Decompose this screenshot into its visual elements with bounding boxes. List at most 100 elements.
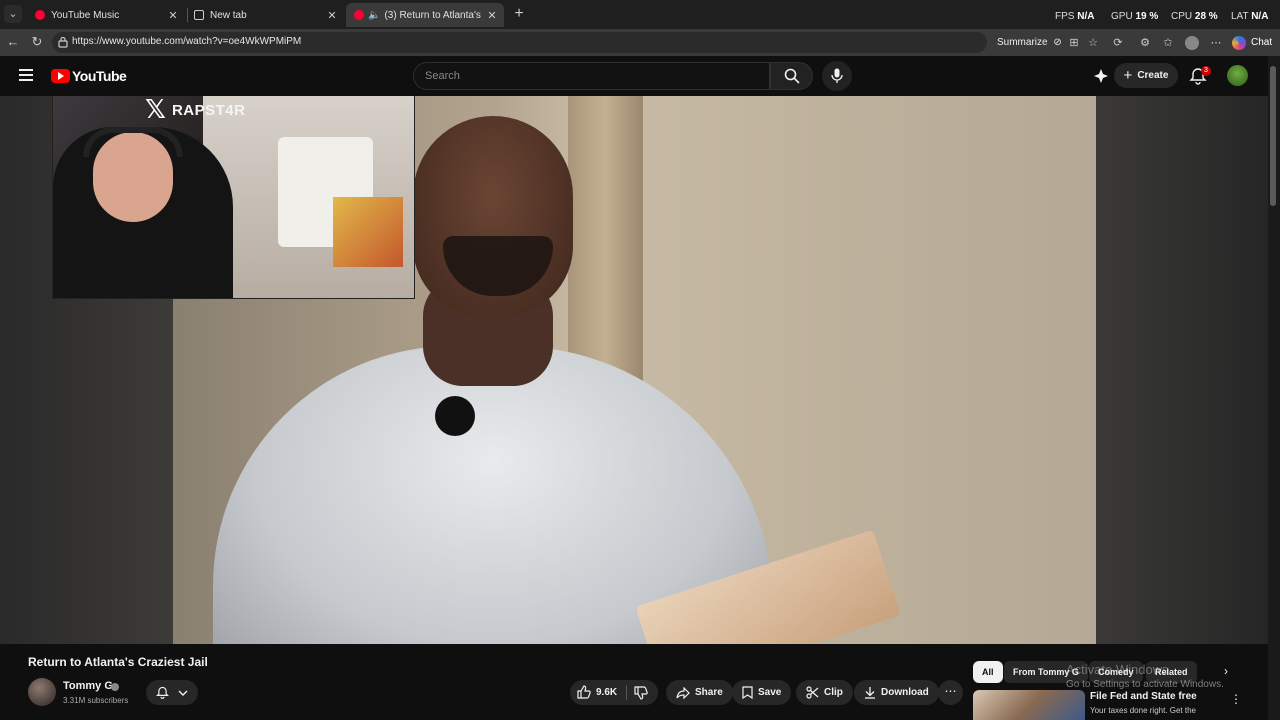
cpu-value: 28 % <box>1194 11 1218 22</box>
youtube-play-icon <box>51 69 70 83</box>
close-icon[interactable]: ✕ <box>324 9 340 22</box>
back-arrow-icon[interactable]: ← <box>5 34 21 50</box>
activate-windows-watermark: Activate Windows <box>1066 662 1169 677</box>
split-screen-icon[interactable]: ⊞ <box>1067 36 1081 50</box>
copilot-chat-button[interactable]: Chat <box>1232 33 1272 52</box>
notification-count-badge: 3 <box>1201 66 1211 76</box>
like-count[interactable]: 9.6K <box>596 687 617 698</box>
bell-icon <box>156 686 170 699</box>
summarize-icon: ⊘ <box>1053 37 1062 48</box>
favorites-icon[interactable]: ✩ <box>1161 36 1175 50</box>
gpu-value: 19 % <box>1135 11 1159 22</box>
youtube-icon <box>354 10 364 20</box>
clip-label: Clip <box>824 687 843 698</box>
youtube-logo[interactable]: YouTube <box>51 68 127 84</box>
ask-ai-sparkle-icon[interactable] <box>1093 68 1109 84</box>
webcam-poster <box>333 197 403 267</box>
search-button[interactable] <box>770 62 813 90</box>
close-icon[interactable]: ✕ <box>165 9 181 22</box>
lat-value: N/A <box>1251 11 1269 22</box>
url-text: https://www.youtube.com/watch?v=oe4WkWPM… <box>72 36 302 47</box>
create-button[interactable]: + Create <box>1114 63 1178 88</box>
chip-all[interactable]: All <box>973 661 1003 683</box>
fps-label: FPS <box>1055 11 1075 22</box>
scissors-icon <box>806 686 819 699</box>
streamer-handle: RAPST4R <box>171 101 246 119</box>
tab-active-video[interactable]: 🔈 (3) Return to Atlanta's Craziest ✕ <box>346 3 504 27</box>
cpu-readout: CPU 28 % <box>1171 11 1218 22</box>
lapel-microphone <box>435 396 475 436</box>
speaker-icon[interactable]: 🔈 <box>368 10 380 21</box>
new-tab-page-icon <box>194 10 204 20</box>
channel-name[interactable]: Tommy G <box>63 680 113 692</box>
favorite-star-icon[interactable]: ☆ <box>1086 36 1100 50</box>
cpu-label: CPU <box>1171 11 1193 22</box>
recommendation-menu-icon[interactable]: ⋮ <box>1230 692 1242 708</box>
subscriber-count: 3.31M subscribers <box>63 696 129 705</box>
voice-search-button[interactable] <box>822 61 852 91</box>
profile-avatar[interactable] <box>1185 36 1199 50</box>
refresh-icon[interactable]: ↻ <box>29 34 45 50</box>
activate-windows-subtext: Go to Settings to activate Windows. <box>1066 679 1224 690</box>
ambient-blur-right <box>1096 96 1268 644</box>
gpu-readout: GPU 19 % <box>1111 11 1158 22</box>
tab-title: (3) Return to Atlanta's Craziest <box>384 9 484 21</box>
tab-title: New tab <box>210 9 247 21</box>
gpu-label: GPU <box>1111 11 1133 22</box>
search-icon <box>784 68 800 84</box>
streamer-webcam-overlay: 𝕏 RAPST4R <box>52 96 415 299</box>
tab-title: YouTube Music <box>51 9 120 21</box>
chevron-down-icon <box>178 690 188 696</box>
subscription-notification-button[interactable] <box>146 680 198 705</box>
more-options-icon[interactable]: ⋯ <box>1209 36 1223 50</box>
menu-icon[interactable] <box>19 69 33 81</box>
browser-tab-strip: ⌄ YouTube Music ✕ New tab ✕ 🔈 (3) Return… <box>0 0 1280 29</box>
video-player[interactable]: 𝕏 RAPST4R <box>0 96 1268 644</box>
lat-label: LAT <box>1231 11 1249 22</box>
download-icon <box>865 687 875 699</box>
account-avatar[interactable] <box>1227 65 1248 86</box>
tab-new-tab[interactable]: New tab ✕ <box>186 3 344 27</box>
tab-actions-menu[interactable]: ⌄ <box>4 5 22 23</box>
lat-readout: LAT N/A <box>1231 11 1268 22</box>
streamer-tag: 𝕏 RAPST4R <box>145 96 245 125</box>
youtube-masthead: YouTube Search + Create 3 <box>0 56 1268 96</box>
recommendation-thumbnail[interactable] <box>973 690 1085 720</box>
download-label: Download <box>881 687 929 698</box>
more-actions-button[interactable]: ⋯ <box>938 680 963 705</box>
extensions-icon[interactable]: ⚙ <box>1138 36 1152 50</box>
fps-value: N/A <box>1077 11 1095 22</box>
plus-icon: + <box>1123 67 1133 84</box>
summarize-label: Summarize <box>997 37 1048 48</box>
tab-youtube-music[interactable]: YouTube Music ✕ <box>27 3 185 27</box>
close-icon[interactable]: ✕ <box>484 9 500 22</box>
recommendation-title[interactable]: File Fed and State free <box>1090 691 1197 702</box>
fps-readout: FPS N/A <box>1055 11 1094 22</box>
like-dislike-group: 9.6K <box>570 680 658 705</box>
address-bar[interactable]: https://www.youtube.com/watch?v=oe4WkWPM… <box>52 32 987 53</box>
scrollbar-thumb[interactable] <box>1270 66 1276 206</box>
new-tab-button[interactable]: + <box>511 5 527 23</box>
recommendation-subtitle: Your taxes done right. Get the <box>1090 706 1196 715</box>
share-button[interactable]: Share <box>666 680 733 705</box>
bookmark-icon <box>742 686 753 699</box>
youtube-music-icon <box>35 10 45 20</box>
webcam-headset <box>83 127 183 157</box>
chevron-right-icon[interactable]: › <box>1218 664 1234 680</box>
thumbs-up-icon[interactable] <box>577 685 591 699</box>
like-divider <box>626 685 627 700</box>
clip-button[interactable]: Clip <box>796 680 853 705</box>
thumbs-down-icon[interactable] <box>634 686 648 700</box>
refresh-extension-icon[interactable]: ⟳ <box>1111 36 1125 50</box>
video-title: Return to Atlanta's Craziest Jail <box>28 655 208 669</box>
download-button[interactable]: Download <box>854 680 939 705</box>
site-info-icon[interactable] <box>58 36 68 48</box>
search-placeholder: Search <box>425 70 460 82</box>
search-input[interactable]: Search <box>413 62 770 90</box>
summarize-button[interactable]: Summarize ⊘ <box>997 37 1062 48</box>
address-bar-row: ← ↻ https://www.youtube.com/watch?v=oe4W… <box>0 29 1280 56</box>
copilot-icon <box>1232 35 1246 50</box>
channel-avatar[interactable] <box>28 678 56 706</box>
x-logo-icon: 𝕏 <box>145 96 166 125</box>
save-button[interactable]: Save <box>732 680 792 705</box>
